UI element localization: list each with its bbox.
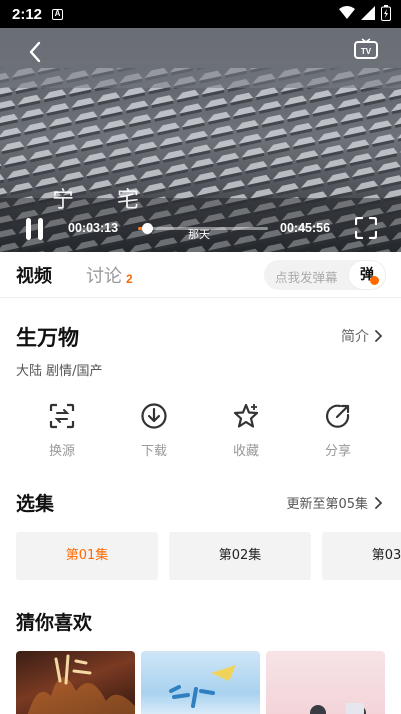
episodes-update-text: 更新至第05集 [286, 497, 368, 512]
danmaku-status-dot [370, 276, 379, 285]
discuss-count-badge: 2 [126, 272, 133, 286]
signal-icon [361, 6, 375, 20]
intro-label: 简介 [341, 329, 369, 345]
status-time: 2:12 [12, 5, 43, 23]
duration: 00:45:56 [280, 221, 331, 235]
pause-icon[interactable] [24, 218, 46, 240]
poster-art [27, 654, 135, 714]
episode-item-1[interactable]: 第01集 [16, 532, 158, 580]
video-caption: 宁 宅 [52, 188, 157, 213]
switch-source-label: 换源 [48, 444, 75, 459]
svg-text:TV: TV [361, 47, 372, 56]
tab-video[interactable]: 视频 [16, 262, 52, 288]
fullscreen-icon[interactable] [355, 217, 377, 239]
wifi-icon [339, 6, 355, 19]
action-row: 换源 下载 收藏 分享 [0, 402, 401, 464]
show-title: 生万物 [16, 326, 79, 350]
intro-link[interactable]: 简介 [341, 326, 383, 346]
recommend-heading: 猜你喜欢 [16, 612, 93, 634]
notification-icon: A [52, 8, 64, 20]
episodes-heading: 选集 [16, 493, 55, 515]
share-button[interactable]: 分享 [308, 402, 368, 459]
chevron-right-icon [375, 496, 383, 509]
recommend-poster-1[interactable] [16, 651, 135, 714]
detail-tabs: 视频 讨论 2 点我发弹幕 弹 [0, 252, 401, 298]
recommend-list [16, 651, 401, 714]
danmaku-placeholder: 点我发弹幕 [275, 270, 338, 285]
share-icon [325, 404, 350, 428]
favorite-label: 收藏 [232, 444, 259, 459]
episodes-update-link[interactable]: 更新至第05集 [286, 493, 383, 512]
subtitle-text: 那天 [188, 228, 210, 241]
download-label: 下载 [140, 444, 167, 459]
poster-art [169, 665, 236, 708]
current-time: 00:03:13 [68, 221, 119, 235]
switch-source-button[interactable]: 换源 [32, 402, 92, 459]
back-icon[interactable] [24, 40, 48, 64]
episode-item-3[interactable]: 第03集 [322, 532, 401, 580]
show-meta: 大陆 剧情/国产 [16, 364, 103, 379]
battery-icon [381, 5, 391, 21]
poster-art [310, 703, 366, 714]
danmaku-input[interactable]: 点我发弹幕 弹 [264, 260, 386, 290]
danmaku-toggle-button[interactable]: 弹 [348, 260, 386, 290]
video-player[interactable]: TV 宁 宅 00:03:13 00:45:56 那天 [0, 28, 401, 252]
recommend-poster-2[interactable] [141, 651, 260, 714]
switch-source-icon [49, 403, 75, 429]
download-button[interactable]: 下载 [124, 402, 184, 459]
share-label: 分享 [324, 444, 351, 459]
favorite-button[interactable]: 收藏 [216, 402, 276, 459]
tv-cast-icon[interactable]: TV [353, 38, 379, 62]
recommend-poster-3[interactable] [266, 651, 385, 714]
episode-list[interactable]: 第01集 第02集 第03集 [16, 532, 401, 580]
chevron-right-icon [375, 330, 383, 342]
progress-handle[interactable] [142, 223, 154, 234]
tab-discuss[interactable]: 讨论 [86, 262, 122, 288]
status-icons [339, 5, 391, 21]
status-bar: 2:12 A [0, 0, 401, 28]
episode-item-2[interactable]: 第02集 [169, 532, 311, 580]
star-icon [233, 403, 259, 428]
download-icon [141, 403, 167, 429]
